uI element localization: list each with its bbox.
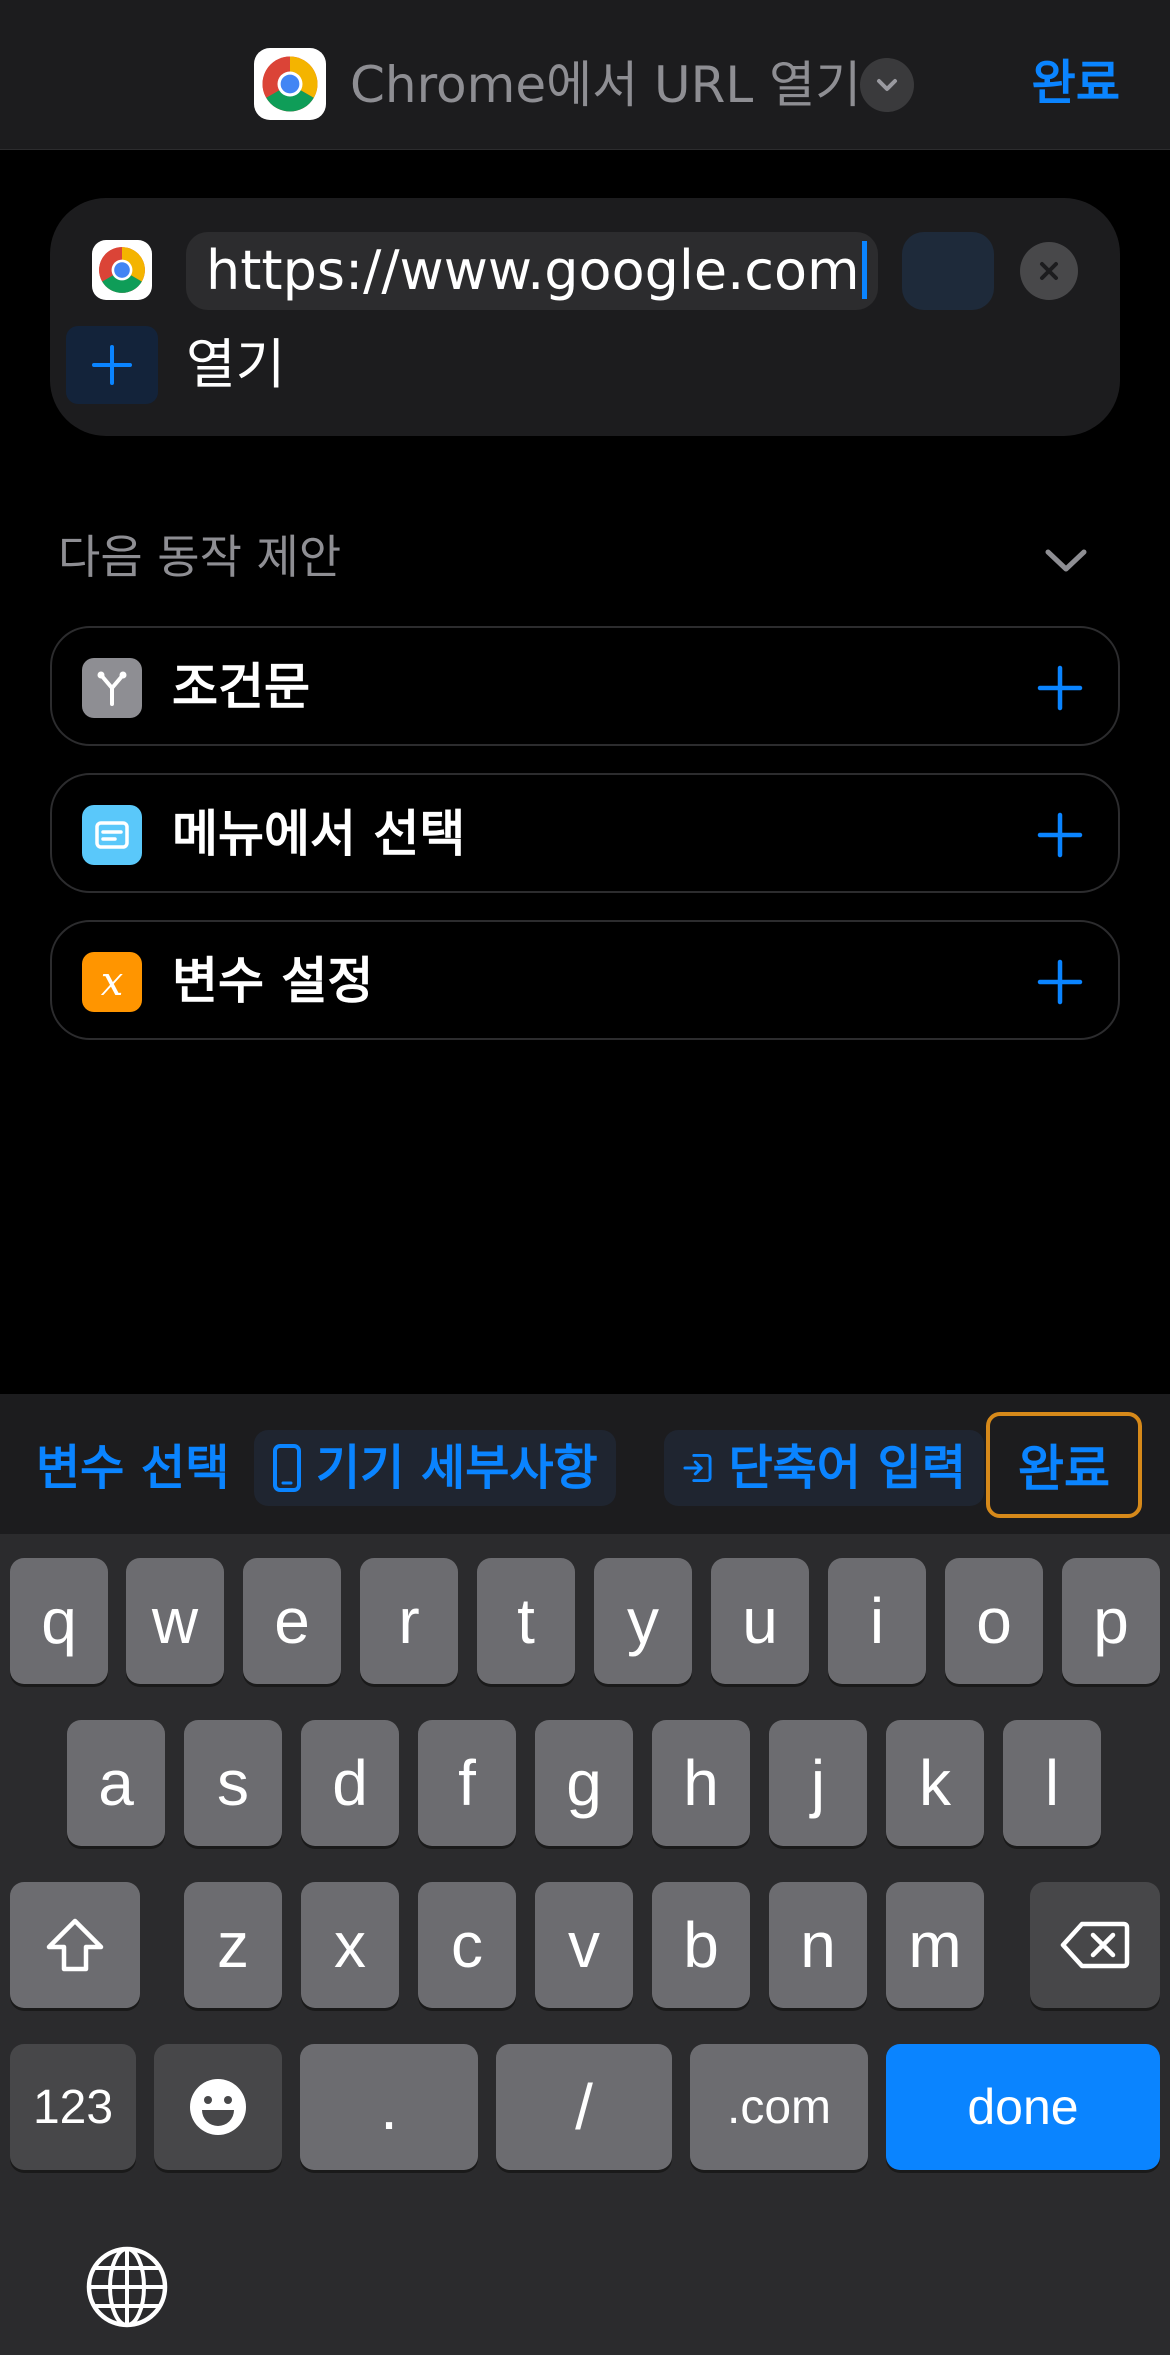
key-a[interactable]: a: [67, 1720, 165, 1846]
key-k[interactable]: k: [886, 1720, 984, 1846]
key-z[interactable]: z: [184, 1882, 282, 2008]
device-details-button[interactable]: 기기 세부사항: [254, 1430, 616, 1506]
chrome-app-icon: [254, 48, 326, 120]
key-w[interactable]: w: [126, 1558, 224, 1684]
globe-icon[interactable]: [84, 2244, 170, 2330]
shortcut-input-button[interactable]: 단축어 입력: [664, 1430, 984, 1506]
keyboard-done-key[interactable]: done: [886, 2044, 1160, 2170]
open-url-action-card: https://www.google.com 열기: [50, 198, 1120, 436]
shortcut-title[interactable]: Chrome에서 URL 열기: [350, 50, 861, 120]
suggestion-label: 메뉴에서 선택: [172, 805, 466, 863]
key-b[interactable]: b: [652, 1882, 750, 2008]
plus-icon[interactable]: [1028, 950, 1092, 1014]
shift-key[interactable]: [10, 1882, 140, 2008]
dotcom-key[interactable]: .com: [690, 2044, 868, 2170]
keyboard: q w e r t y u i o p a s d f g h j k l z …: [0, 1534, 1170, 2355]
input-arrow-icon: [683, 1453, 712, 1483]
chrome-logo-icon: [99, 247, 145, 293]
phone-icon: [273, 1444, 301, 1492]
key-v[interactable]: v: [535, 1882, 633, 2008]
open-action-label: 열기: [186, 333, 286, 396]
key-o[interactable]: o: [945, 1558, 1043, 1684]
variable-icon: x: [82, 952, 142, 1012]
shortcut-input-label: 단축어 입력: [728, 1440, 966, 1496]
variable-glyph: x: [100, 959, 124, 1005]
key-y[interactable]: y: [594, 1558, 692, 1684]
suggestion-label: 조건문: [172, 658, 310, 716]
keyboard-accessory-bar: 변수 선택 기기 세부사항 단축어 입력 완료: [0, 1394, 1170, 1534]
url-input-field[interactable]: https://www.google.com: [186, 232, 878, 310]
plus-icon[interactable]: [1028, 656, 1092, 720]
collapse-chevron-icon[interactable]: [1036, 530, 1096, 590]
key-s[interactable]: s: [184, 1720, 282, 1846]
suggestions-header: 다음 동작 제안: [58, 530, 342, 584]
key-p[interactable]: p: [1062, 1558, 1160, 1684]
emoji-key[interactable]: [154, 2044, 282, 2170]
emoji-icon: [190, 2079, 246, 2135]
variable-token-placeholder[interactable]: [902, 232, 994, 310]
shift-arrow-icon: [46, 1918, 104, 1972]
key-q[interactable]: q: [10, 1558, 108, 1684]
key-d[interactable]: d: [301, 1720, 399, 1846]
text-caret: [861, 241, 867, 300]
close-icon: [1040, 262, 1058, 280]
navigation-bar: Chrome에서 URL 열기 완료: [0, 0, 1170, 150]
done-button[interactable]: 완료: [1032, 48, 1120, 118]
numbers-key[interactable]: 123: [10, 2044, 136, 2170]
url-value: https://www.google.com: [206, 239, 860, 302]
device-details-label: 기기 세부사항: [316, 1440, 598, 1496]
clear-text-button[interactable]: [1020, 242, 1078, 300]
key-l[interactable]: l: [1003, 1720, 1101, 1846]
key-c[interactable]: c: [418, 1882, 516, 2008]
title-menu-chevron-icon[interactable]: [860, 58, 914, 112]
key-e[interactable]: e: [243, 1558, 341, 1684]
suggestion-if[interactable]: 조건문: [50, 626, 1120, 746]
key-x[interactable]: x: [301, 1882, 399, 2008]
accessory-done-button[interactable]: 완료: [986, 1412, 1142, 1518]
key-r[interactable]: r: [360, 1558, 458, 1684]
key-i[interactable]: i: [828, 1558, 926, 1684]
select-variable-button[interactable]: 변수 선택: [36, 1430, 229, 1506]
backspace-key[interactable]: [1030, 1882, 1160, 2008]
plus-icon: [92, 345, 132, 385]
key-j[interactable]: j: [769, 1720, 867, 1846]
key-n[interactable]: n: [769, 1882, 867, 2008]
key-m[interactable]: m: [886, 1882, 984, 2008]
backspace-icon: [1060, 1921, 1130, 1969]
suggestion-label: 변수 설정: [172, 952, 374, 1010]
chrome-app-icon: [92, 240, 152, 300]
plus-icon[interactable]: [1028, 803, 1092, 867]
suggestion-set-variable[interactable]: x 변수 설정: [50, 920, 1120, 1040]
chrome-logo-icon: [262, 56, 318, 112]
add-parameter-button[interactable]: [66, 326, 158, 404]
menu-icon: [82, 805, 142, 865]
key-f[interactable]: f: [418, 1720, 516, 1846]
key-t[interactable]: t: [477, 1558, 575, 1684]
branch-icon: [82, 658, 142, 718]
key-g[interactable]: g: [535, 1720, 633, 1846]
key-h[interactable]: h: [652, 1720, 750, 1846]
key-u[interactable]: u: [711, 1558, 809, 1684]
slash-key[interactable]: /: [496, 2044, 672, 2170]
period-key[interactable]: .: [300, 2044, 478, 2170]
suggestion-choose-from-menu[interactable]: 메뉴에서 선택: [50, 773, 1120, 893]
